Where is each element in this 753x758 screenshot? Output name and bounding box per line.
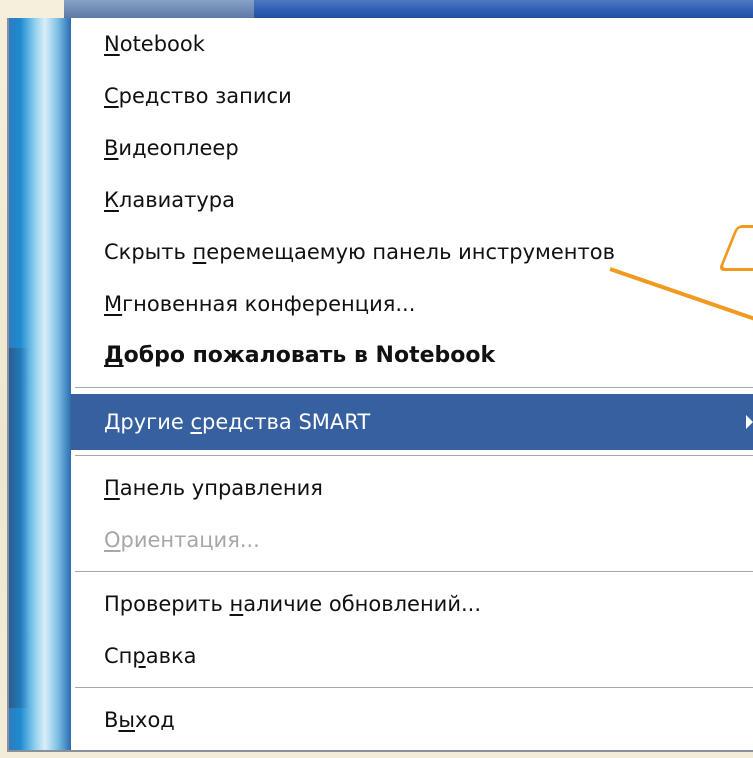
menu-item-instant-conference[interactable]: Мгновенная конференция... — [71, 278, 753, 330]
menu-item-other-smart-tools[interactable]: Другие средства SMART — [71, 394, 753, 450]
menu-separator — [71, 382, 753, 394]
title-strip-tab — [64, 0, 254, 18]
menu-items: Notebook Средство записи Видеоплеер Клав… — [71, 18, 753, 746]
menu-item-exit[interactable]: Выход — [71, 694, 753, 746]
menu-item-hide-floating-toolbar[interactable]: Скрыть перемещаемую панель инструментов — [71, 226, 753, 278]
menu-separator — [71, 682, 753, 694]
menu-item-control-panel[interactable]: Панель управления — [71, 462, 753, 514]
menu-separator — [71, 566, 753, 578]
submenu-arrow-icon — [746, 415, 753, 429]
menu-separator — [71, 450, 753, 462]
menu-sidebar-banner — [9, 18, 71, 750]
menu-item-welcome[interactable]: Добро пожаловать в Notebook — [71, 330, 753, 382]
menu-item-keyboard[interactable]: Клавиатура — [71, 174, 753, 226]
menu-item-notebook[interactable]: Notebook — [71, 18, 753, 70]
window-title-strip — [64, 0, 753, 18]
menu-item-check-updates[interactable]: Проверить наличие обновлений... — [71, 578, 753, 630]
menu-item-help[interactable]: Справка — [71, 630, 753, 682]
menu-item-recorder[interactable]: Средство записи — [71, 70, 753, 122]
menu-item-orientation: Ориентация... — [104, 528, 260, 552]
context-menu: Notebook Средство записи Видеоплеер Клав… — [7, 18, 753, 752]
menu-item-video-player[interactable]: Видеоплеер — [71, 122, 753, 174]
